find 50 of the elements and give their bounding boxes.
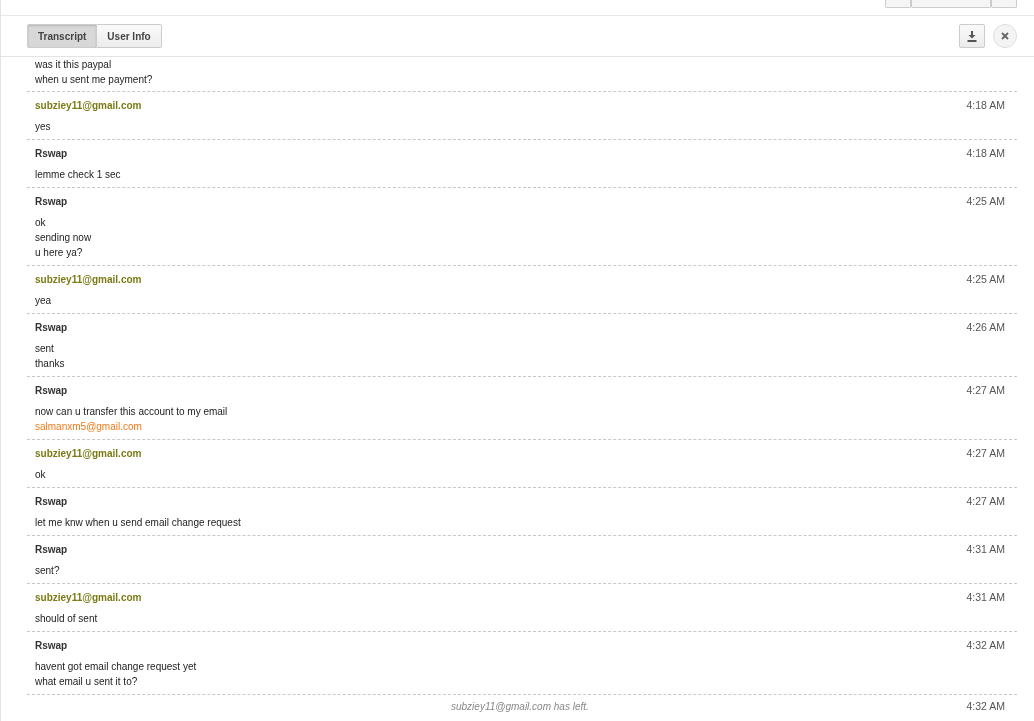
- message-text: what email u sent it to?: [35, 675, 139, 689]
- timestamp: 4:26 AM: [966, 320, 1005, 335]
- sender-name: subziey11@gmail.com: [35, 591, 142, 605]
- sender-name: Rswap: [35, 147, 68, 161]
- sender-name: Rswap: [35, 543, 68, 557]
- timestamp: 4:18 AM: [966, 98, 1005, 113]
- message-text: now can u transfer this account to my email: [35, 405, 229, 419]
- timestamp: 4:27 AM: [966, 383, 1005, 398]
- sender-name: Rswap: [35, 195, 68, 209]
- message-text: let me knw when u send email change request: [35, 516, 242, 530]
- message-text: yea: [35, 294, 53, 308]
- timestamp: 4:18 AM: [966, 146, 1005, 161]
- message-text: yes: [35, 120, 52, 134]
- message-text: should of sent: [35, 612, 99, 626]
- sender-name: Rswap: [35, 639, 68, 653]
- message-text: was it this paypal: [35, 58, 113, 72]
- message-text: havent got email change request yet: [35, 660, 198, 674]
- download-button[interactable]: [959, 24, 985, 48]
- timestamp: 4:27 AM: [966, 446, 1005, 461]
- sender-name: Rswap: [35, 495, 68, 509]
- pager-button[interactable]: [885, 0, 911, 8]
- timestamp: 4:32 AM: [966, 700, 1005, 712]
- timestamp: 4:25 AM: [966, 272, 1005, 287]
- message-text: ok: [35, 216, 47, 230]
- message-text: thanks: [35, 357, 66, 371]
- message-text: lemme check 1 sec: [35, 168, 122, 182]
- message-text: when u sent me payment?: [35, 73, 154, 87]
- sender-name: Rswap: [35, 384, 68, 398]
- pager-button[interactable]: [911, 0, 991, 8]
- sender-name: subziey11@gmail.com: [35, 99, 142, 113]
- message-text: u here ya?: [35, 246, 84, 260]
- close-icon: [1001, 32, 1009, 40]
- status-message: subziey11@gmail.com has left.: [451, 700, 589, 712]
- timestamp: 4:32 AM: [966, 638, 1005, 653]
- message-text: ok: [35, 468, 47, 482]
- pager-button[interactable]: [991, 0, 1017, 8]
- sender-name: Rswap: [35, 321, 68, 335]
- timestamp: 4:25 AM: [966, 194, 1005, 209]
- timestamp: 4:31 AM: [966, 590, 1005, 605]
- timestamp: 4:27 AM: [966, 494, 1005, 509]
- sender-name: subziey11@gmail.com: [35, 273, 142, 287]
- timestamp: 4:31 AM: [966, 542, 1005, 557]
- download-icon: [967, 30, 977, 42]
- close-button[interactable]: [993, 24, 1017, 48]
- sender-name: subziey11@gmail.com: [35, 447, 142, 461]
- message-text: sent: [35, 342, 55, 356]
- message-text: sending now: [35, 231, 93, 245]
- tab[interactable]: User Info: [97, 24, 162, 48]
- tab[interactable]: Transcript: [27, 24, 98, 48]
- message-text: sent?: [35, 564, 61, 578]
